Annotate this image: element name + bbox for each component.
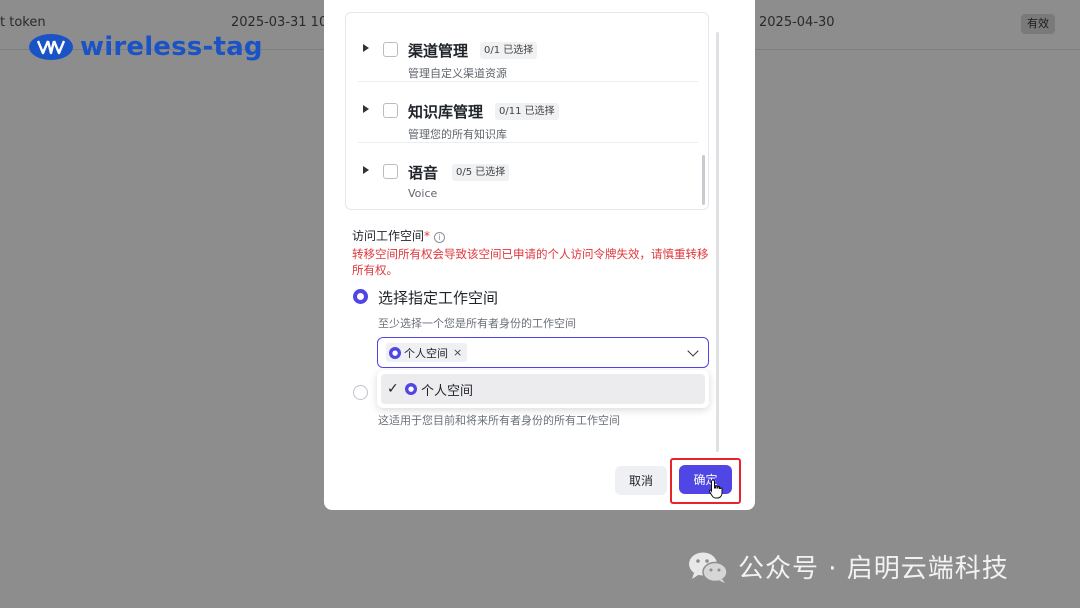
workspace-dropdown: ✓ ● 个人空间: [377, 370, 709, 408]
wireless-tag-logo: wireless-tag: [28, 32, 263, 62]
permission-title: 语音: [408, 164, 439, 182]
logo-text: wireless-tag: [80, 32, 263, 62]
permission-item-channel[interactable]: 渠道管理 0/1 已选择 管理自定义渠道资源: [358, 23, 698, 84]
watermark-text: 公众号 · 启明云端科技: [738, 554, 1009, 584]
expand-caret-icon[interactable]: [363, 44, 369, 52]
expand-caret-icon[interactable]: [363, 166, 369, 174]
logo-mark-icon: [29, 34, 73, 60]
required-mark: *: [424, 229, 431, 243]
watermark: 公众号 · 启明云端科技: [686, 548, 1009, 585]
tag-close-icon[interactable]: ×: [453, 346, 462, 359]
option-specific-title[interactable]: 选择指定工作空间: [378, 287, 498, 308]
radio-all-workspaces[interactable]: [353, 385, 368, 400]
created-time: 2025-03-31 10:: [231, 15, 332, 30]
divider: [358, 142, 698, 143]
permission-title: 知识库管理: [408, 103, 484, 121]
status-badge: 有效: [1021, 14, 1055, 34]
permission-list: 渠道管理 0/1 已选择 管理自定义渠道资源 知识库管理 0/11 已选择 管理…: [345, 12, 709, 210]
permission-checkbox[interactable]: [383, 103, 398, 118]
permission-desc: 管理您的所有知识库: [408, 128, 507, 141]
expire-date: 2025-04-30: [759, 15, 835, 30]
permission-checkbox[interactable]: [383, 42, 398, 57]
cancel-button[interactable]: 取消: [615, 466, 667, 495]
tag-label: 个人空间: [404, 346, 448, 360]
permission-count-badge: 0/5 已选择: [452, 164, 510, 181]
permission-item-knowledge[interactable]: 知识库管理 0/11 已选择 管理您的所有知识库: [358, 84, 698, 145]
permission-title: 渠道管理: [408, 42, 469, 60]
permission-item-voice[interactable]: 语音 0/5 已选择 Voice: [358, 145, 698, 206]
radio-specific-workspace[interactable]: [353, 289, 368, 304]
check-icon: ✓: [387, 381, 399, 397]
selected-workspace-tag: ● 个人空间 ×: [386, 343, 468, 362]
dropdown-option-personal-space[interactable]: ✓ ● 个人空间: [381, 374, 705, 404]
workspace-access-label: 访问工作空间* i: [352, 227, 446, 244]
permission-list-scroll-thumb[interactable]: [702, 155, 705, 205]
permission-count-badge: 0/1 已选择: [480, 42, 538, 59]
permission-desc: Voice: [408, 187, 438, 200]
divider: [358, 81, 698, 82]
permission-checkbox[interactable]: [383, 164, 398, 179]
hand-cursor-icon: [708, 479, 723, 499]
wechat-icon: [689, 552, 728, 583]
permission-desc: 管理自定义渠道资源: [408, 67, 507, 80]
chevron-down-icon[interactable]: [687, 345, 699, 357]
dropdown-option-label: 个人空间: [421, 383, 474, 399]
user-icon: ●: [389, 346, 401, 359]
user-icon: ●: [405, 383, 417, 395]
token-name: t token: [0, 15, 46, 30]
option-all-desc: 这适用于您目前和将来所有者身份的所有工作空间: [378, 414, 620, 427]
permission-count-badge: 0/11 已选择: [495, 103, 559, 120]
modal-scrollbar[interactable]: [716, 32, 719, 452]
authorization-modal: 渠道管理 0/1 已选择 管理自定义渠道资源 知识库管理 0/11 已选择 管理…: [324, 0, 755, 510]
workspace-select[interactable]: ● 个人空间 ×: [377, 337, 709, 368]
confirm-button[interactable]: 确定: [679, 465, 732, 494]
workspace-access-text: 访问工作空间: [352, 229, 425, 243]
info-icon[interactable]: i: [434, 232, 446, 243]
ownership-warning: 转移空间所有权会导致该空间已申请的个人访问令牌失效，请慎重转移所有权。: [352, 247, 709, 277]
expand-caret-icon[interactable]: [363, 105, 369, 113]
option-specific-desc: 至少选择一个您是所有者身份的工作空间: [378, 317, 576, 330]
